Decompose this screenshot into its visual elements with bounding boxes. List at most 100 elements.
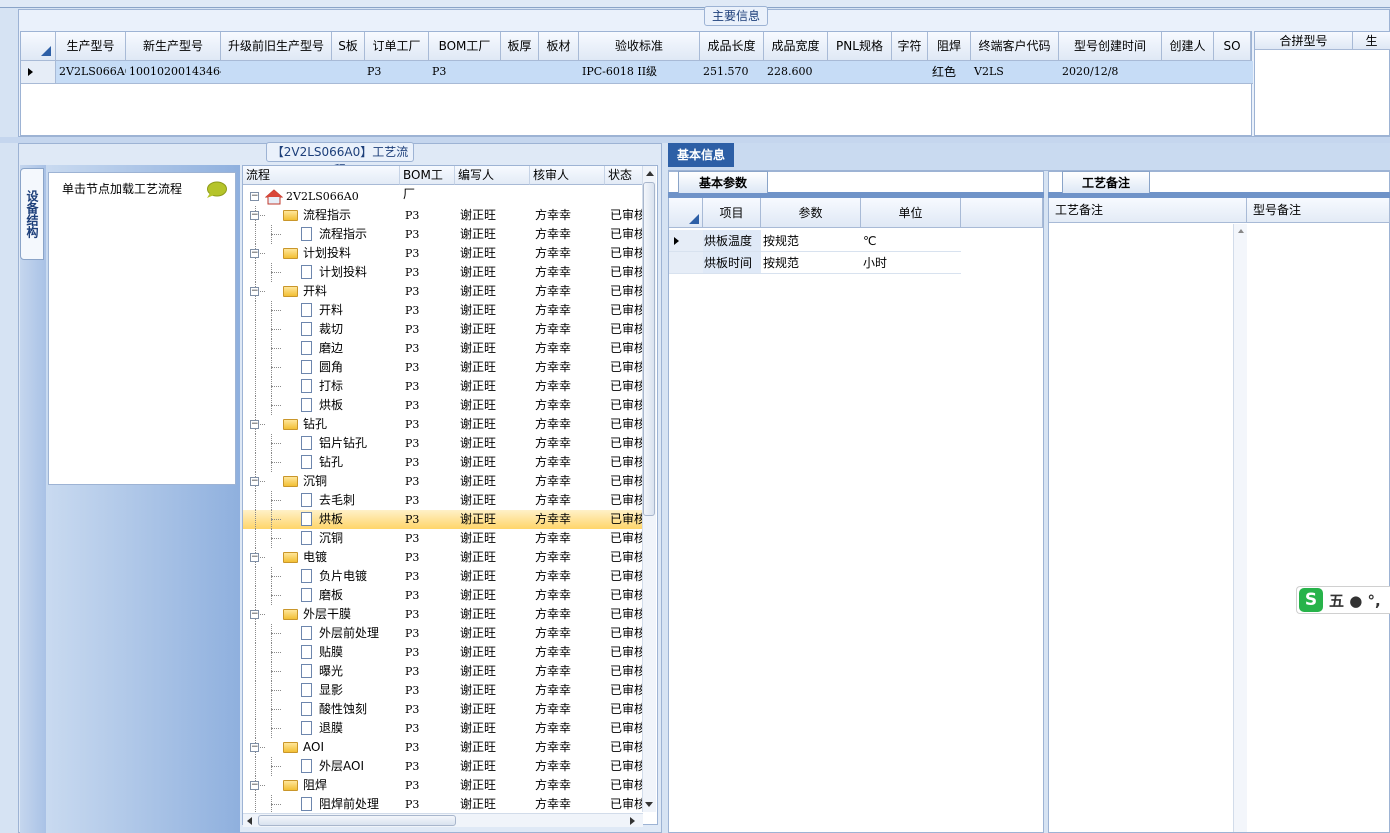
tree-row[interactable]: 去毛刺 P3 谢正旺 方幸幸 已审核 (243, 491, 645, 510)
tree-row[interactable]: 阻焊前处理 P3 谢正旺 方幸幸 已审核 (243, 795, 645, 814)
row-indicator[interactable] (21, 61, 56, 83)
col-merge-extra[interactable]: 生 (1353, 32, 1390, 50)
tree-row[interactable]: 钻孔 P3 谢正旺 方幸幸 已审核 (243, 453, 645, 472)
tree-row[interactable]: 显影 P3 谢正旺 方幸幸 已审核 (243, 681, 645, 700)
tree-row[interactable]: 圆角 P3 谢正旺 方幸幸 已审核 (243, 358, 645, 377)
collapse-icon[interactable]: − (250, 610, 259, 619)
param-unit-1[interactable]: ℃ (861, 230, 961, 252)
param-col-unit[interactable]: 单位 (861, 198, 961, 228)
cell-order-factory[interactable]: P3 (365, 61, 429, 83)
tree-row[interactable]: 流程指示 P3 谢正旺 方幸幸 已审核 (243, 225, 645, 244)
ime-logo-icon[interactable]: S (1299, 588, 1323, 612)
tree-row[interactable]: 外层前处理 P3 谢正旺 方幸幸 已审核 (243, 624, 645, 643)
tree-row[interactable]: 酸性蚀刻 P3 谢正旺 方幸幸 已审核 (243, 700, 645, 719)
tree-vertical-thumb[interactable] (643, 182, 655, 516)
col-new-model[interactable]: 新生产型号 (126, 32, 221, 61)
col-so[interactable]: SO (1214, 32, 1251, 61)
param-col-item[interactable]: 项目 (703, 198, 761, 228)
tree-row[interactable]: 曝光 P3 谢正旺 方幸幸 已审核 (243, 662, 645, 681)
col-length[interactable]: 成品长度 (700, 32, 764, 61)
tree-row[interactable]: 烘板 P3 谢正旺 方幸幸 已审核 (243, 510, 645, 529)
grid-corner[interactable] (21, 32, 56, 61)
memo-scrollbar[interactable] (1233, 224, 1247, 832)
memo-col-process[interactable]: 工艺备注 (1049, 198, 1247, 223)
tree-col-reviewer[interactable]: 核审人 (530, 166, 605, 185)
tree-col-bom-factory[interactable]: BOM工厂 (400, 166, 455, 201)
tree-row[interactable]: − 阻焊 P3 谢正旺 方幸幸 已审核 (243, 776, 645, 795)
col-char[interactable]: 字符 (892, 32, 928, 61)
tab-basic-info[interactable]: 基本信息 (668, 143, 734, 167)
tree-row[interactable]: 沉铜 P3 谢正旺 方幸幸 已审核 (243, 529, 645, 548)
col-creator[interactable]: 创建人 (1162, 32, 1214, 61)
tree-row[interactable]: − 电镀 P3 谢正旺 方幸幸 已审核 (243, 548, 645, 567)
tab-basic-params[interactable]: 基本参数 (678, 171, 768, 193)
col-old-model[interactable]: 升级前旧生产型号 (221, 32, 332, 61)
tree-row[interactable]: 开料 P3 谢正旺 方幸幸 已审核 (243, 301, 645, 320)
cell-standard[interactable]: IPC-6018 II级 (579, 61, 700, 83)
process-tree[interactable]: 流程 BOM工厂 编写人 核审人 状态 − 2V2LS066A0 − 流程指示 P3… (242, 165, 658, 825)
ime-status[interactable]: 五 ● °, (1329, 590, 1381, 611)
tree-col-flow[interactable]: 流程 (243, 166, 400, 185)
col-width[interactable]: 成品宽度 (764, 32, 828, 61)
tree-col-writer[interactable]: 编写人 (455, 166, 530, 185)
param-value-1[interactable]: 按规范 (761, 230, 861, 252)
scroll-up-icon[interactable] (1234, 224, 1248, 238)
collapse-icon[interactable]: − (250, 743, 259, 752)
collapse-icon[interactable]: − (250, 192, 259, 201)
tree-row[interactable]: 计划投料 P3 谢正旺 方幸幸 已审核 (243, 263, 645, 282)
collapse-icon[interactable]: − (250, 420, 259, 429)
collapse-icon[interactable]: − (250, 553, 259, 562)
col-create-time[interactable]: 型号创建时间 (1059, 32, 1162, 61)
tree-row[interactable]: 磨板 P3 谢正旺 方幸幸 已审核 (243, 586, 645, 605)
col-solder[interactable]: 阻焊 (928, 32, 971, 61)
col-material[interactable]: 板材 (539, 32, 579, 61)
cell-material[interactable] (539, 61, 579, 83)
param-item-1[interactable]: 烘板温度 (703, 230, 761, 252)
tree-row[interactable]: 外层AOI P3 谢正旺 方幸幸 已审核 (243, 757, 645, 776)
collapse-icon[interactable]: − (250, 781, 259, 790)
cell-creator[interactable] (1162, 61, 1214, 83)
cell-new-model[interactable]: 10010200143464 (126, 61, 221, 83)
scroll-up-icon[interactable] (643, 166, 657, 180)
param-row-indicator[interactable] (669, 252, 703, 274)
param-grid-corner[interactable] (669, 198, 703, 228)
cell-length[interactable]: 251.570 (700, 61, 764, 83)
tree-row[interactable]: 铝片钻孔 P3 谢正旺 方幸幸 已审核 (243, 434, 645, 453)
node-hint-box[interactable] (48, 172, 236, 485)
cell-char[interactable] (892, 61, 928, 83)
param-value-2[interactable]: 按规范 (761, 252, 861, 274)
cell-create-time[interactable]: 2020/12/8 (1059, 61, 1162, 83)
col-thickness[interactable]: 板厚 (501, 32, 539, 61)
main-info-grid[interactable]: 生产型号 新生产型号 升级前旧生产型号 S板 订单工厂 BOM工厂 板厚 板材 … (20, 31, 1253, 136)
tree-row[interactable]: − AOI P3 谢正旺 方幸幸 已审核 (243, 738, 645, 757)
merge-model-grid[interactable]: 合拼型号 生 (1254, 31, 1390, 136)
param-unit-2[interactable]: 小时 (861, 252, 961, 274)
tree-row[interactable]: − 钻孔 P3 谢正旺 方幸幸 已审核 (243, 415, 645, 434)
tree-row[interactable]: − 外层干膜 P3 谢正旺 方幸幸 已审核 (243, 605, 645, 624)
cell-so[interactable] (1214, 61, 1251, 83)
tree-row[interactable]: 烘板 P3 谢正旺 方幸幸 已审核 (243, 396, 645, 415)
cell-s-board[interactable] (332, 61, 365, 83)
tree-row[interactable]: − 流程指示 P3 谢正旺 方幸幸 已审核 (243, 206, 645, 225)
collapse-icon[interactable]: − (250, 211, 259, 220)
scroll-left-icon[interactable] (243, 814, 257, 828)
cell-width[interactable]: 228.600 (764, 61, 828, 83)
tree-row[interactable]: 裁切 P3 谢正旺 方幸幸 已审核 (243, 320, 645, 339)
tree-row[interactable]: − 开料 P3 谢正旺 方幸幸 已审核 (243, 282, 645, 301)
collapse-icon[interactable]: − (250, 477, 259, 486)
col-prod-model[interactable]: 生产型号 (56, 32, 126, 61)
tab-equipment-structure[interactable]: 设备结构 (20, 168, 44, 260)
cell-pnl[interactable] (828, 61, 892, 83)
tree-row[interactable]: − 沉铜 P3 谢正旺 方幸幸 已审核 (243, 472, 645, 491)
tree-row[interactable]: 磨边 P3 谢正旺 方幸幸 已审核 (243, 339, 645, 358)
col-customer-code[interactable]: 终端客户代码 (971, 32, 1059, 61)
col-s-board[interactable]: S板 (332, 32, 365, 61)
tab-process-memo[interactable]: 工艺备注 (1062, 171, 1150, 193)
col-order-factory[interactable]: 订单工厂 (365, 32, 429, 61)
col-merge-model[interactable]: 合拼型号 (1255, 32, 1353, 50)
collapse-icon[interactable]: − (250, 287, 259, 296)
param-col-value[interactable]: 参数 (761, 198, 861, 228)
tree-horizontal-thumb[interactable] (258, 815, 456, 826)
col-bom-factory[interactable]: BOM工厂 (429, 32, 501, 61)
tree-row[interactable]: 退膜 P3 谢正旺 方幸幸 已审核 (243, 719, 645, 738)
